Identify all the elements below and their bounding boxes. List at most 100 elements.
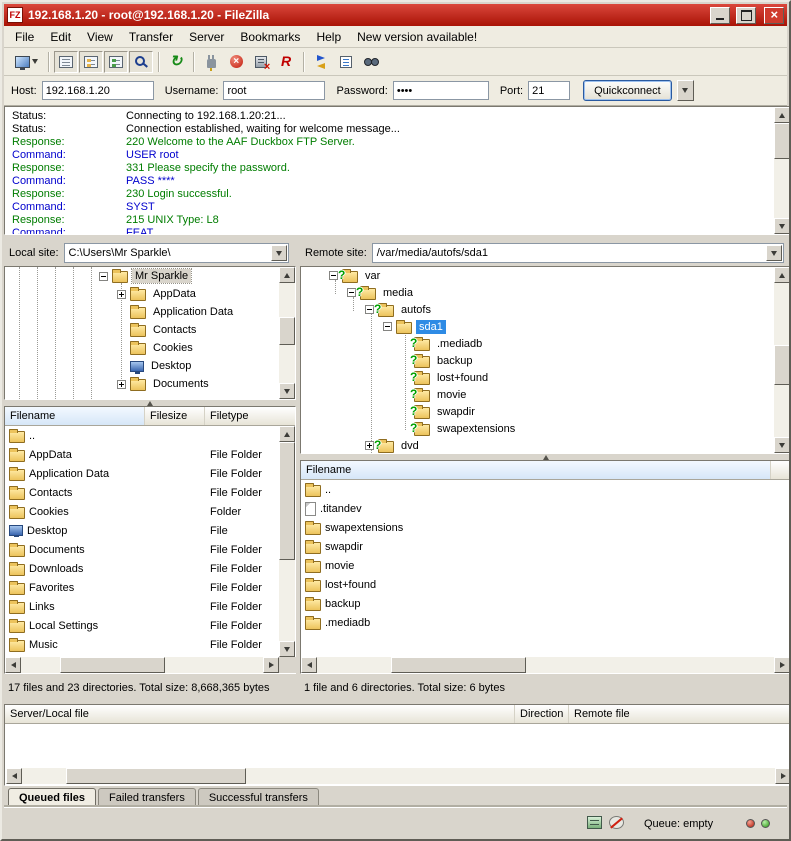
expand-icon[interactable] bbox=[365, 441, 374, 450]
column-header-filetype[interactable]: Filetype bbox=[205, 407, 295, 425]
remote-tree-item[interactable]: sda1 bbox=[301, 318, 790, 335]
menu-new-version[interactable]: New version available! bbox=[349, 27, 485, 47]
remote-tree-item[interactable]: .mediadb bbox=[301, 335, 790, 352]
file-row[interactable]: Contacts File Folder bbox=[5, 483, 295, 502]
scrollbar-thumb[interactable] bbox=[279, 317, 295, 345]
column-header-direction[interactable]: Direction bbox=[515, 705, 569, 723]
collapse-icon[interactable] bbox=[383, 322, 392, 331]
local-treeview-toggle-button[interactable] bbox=[79, 51, 103, 73]
quickconnect-button[interactable]: Quickconnect bbox=[583, 80, 672, 101]
file-row[interactable]: .titandev bbox=[301, 499, 790, 518]
menu-view[interactable]: View bbox=[79, 27, 121, 47]
local-site-combobox[interactable]: C:\Users\Mr Sparkle\ bbox=[64, 243, 289, 263]
remote-tree-item[interactable]: var bbox=[301, 267, 790, 284]
local-tree-vertical-scrollbar[interactable] bbox=[279, 267, 295, 399]
host-input[interactable] bbox=[42, 81, 154, 100]
site-manager-button[interactable] bbox=[9, 51, 43, 73]
local-list-horizontal-scrollbar[interactable] bbox=[5, 657, 279, 673]
title-bar[interactable]: FZ 192.168.1.20 - root@192.168.1.20 - Fi… bbox=[4, 4, 787, 26]
file-row[interactable]: .mediadb bbox=[301, 613, 790, 632]
file-row[interactable]: Favorites File Folder bbox=[5, 578, 295, 597]
file-row[interactable]: Local Settings File Folder bbox=[5, 616, 295, 635]
scroll-down-button[interactable] bbox=[774, 437, 790, 453]
scroll-down-button[interactable] bbox=[774, 218, 790, 234]
disconnect-button[interactable] bbox=[249, 51, 273, 73]
message-log-toggle-button[interactable] bbox=[54, 51, 78, 73]
remote-tree-item[interactable]: swapextensions bbox=[301, 420, 790, 437]
tab-successful-transfers[interactable]: Successful transfers bbox=[198, 788, 319, 808]
remote-tree-item[interactable]: media bbox=[301, 284, 790, 301]
file-row[interactable]: Downloads File Folder bbox=[5, 559, 295, 578]
combo-dropdown-button[interactable] bbox=[766, 245, 782, 261]
column-header-filesize[interactable]: Filesize bbox=[145, 407, 205, 425]
menu-help[interactable]: Help bbox=[308, 27, 349, 47]
local-tree-item[interactable]: Cookies bbox=[5, 339, 295, 357]
scrollbar-thumb[interactable] bbox=[66, 768, 246, 784]
file-row[interactable]: lost+found bbox=[301, 575, 790, 594]
scroll-down-button[interactable] bbox=[279, 383, 295, 399]
remote-treeview-toggle-button[interactable] bbox=[104, 51, 128, 73]
column-header-remote-file[interactable]: Remote file bbox=[569, 705, 790, 723]
menu-edit[interactable]: Edit bbox=[42, 27, 79, 47]
file-row[interactable]: Cookies Folder bbox=[5, 502, 295, 521]
menu-transfer[interactable]: Transfer bbox=[121, 27, 181, 47]
local-list-vertical-scrollbar[interactable] bbox=[279, 426, 295, 657]
minimize-button[interactable] bbox=[710, 7, 730, 24]
scrollbar-thumb[interactable] bbox=[774, 345, 790, 385]
synchronized-browsing-button[interactable] bbox=[334, 51, 358, 73]
find-files-button[interactable] bbox=[359, 51, 383, 73]
expand-icon[interactable] bbox=[117, 290, 126, 299]
scroll-right-button[interactable] bbox=[774, 657, 790, 673]
file-row[interactable]: Application Data File Folder bbox=[5, 464, 295, 483]
local-tree-item[interactable]: Desktop bbox=[5, 357, 295, 375]
tab-queued-files[interactable]: Queued files bbox=[8, 788, 96, 808]
column-header-filename[interactable]: Filename bbox=[301, 461, 771, 479]
scroll-left-button[interactable] bbox=[6, 768, 22, 784]
refresh-button[interactable] bbox=[164, 51, 188, 73]
file-row[interactable]: Music File Folder bbox=[5, 635, 295, 654]
scrollbar-thumb[interactable] bbox=[774, 123, 790, 159]
remote-tree-item[interactable]: movie bbox=[301, 386, 790, 403]
local-tree-item[interactable]: AppData bbox=[5, 285, 295, 303]
reconnect-button[interactable] bbox=[274, 51, 298, 73]
maximize-button[interactable] bbox=[736, 7, 756, 24]
close-button[interactable] bbox=[764, 7, 784, 24]
remote-list-horizontal-scrollbar[interactable] bbox=[301, 657, 790, 673]
scroll-right-button[interactable] bbox=[775, 768, 791, 784]
kill-connection-button[interactable] bbox=[199, 51, 223, 73]
collapse-icon[interactable] bbox=[99, 272, 108, 281]
remote-tree-item[interactable]: backup bbox=[301, 352, 790, 369]
scroll-up-button[interactable] bbox=[774, 267, 790, 283]
transfer-queue-toggle-button[interactable] bbox=[129, 51, 153, 73]
scrollbar-thumb[interactable] bbox=[391, 657, 526, 673]
file-row[interactable]: Documents File Folder bbox=[5, 540, 295, 559]
file-row[interactable]: swapdir bbox=[301, 537, 790, 556]
collapse-icon[interactable] bbox=[365, 305, 374, 314]
remote-tree-vertical-scrollbar[interactable] bbox=[774, 267, 790, 453]
file-row[interactable]: movie bbox=[301, 556, 790, 575]
directory-comparison-button[interactable] bbox=[309, 51, 333, 73]
local-tree-item[interactable]: Documents bbox=[5, 375, 295, 393]
cancel-button[interactable] bbox=[224, 51, 248, 73]
log-vertical-scrollbar[interactable] bbox=[774, 107, 790, 234]
file-row[interactable]: Desktop File bbox=[5, 521, 295, 540]
remote-tree-item[interactable]: lost+found bbox=[301, 369, 790, 386]
local-tree-item[interactable]: Contacts bbox=[5, 321, 295, 339]
collapse-icon[interactable] bbox=[347, 288, 356, 297]
file-row[interactable]: swapextensions bbox=[301, 518, 790, 537]
column-header-server-local-file[interactable]: Server/Local file bbox=[5, 705, 515, 723]
scroll-up-button[interactable] bbox=[774, 107, 790, 123]
port-input[interactable] bbox=[528, 81, 570, 100]
quickconnect-dropdown-button[interactable] bbox=[677, 80, 694, 101]
column-header-filename[interactable]: Filename bbox=[5, 407, 145, 425]
file-row[interactable]: .. bbox=[5, 426, 295, 445]
file-row[interactable]: AppData File Folder bbox=[5, 445, 295, 464]
scroll-left-button[interactable] bbox=[5, 657, 21, 673]
queue-horizontal-scrollbar[interactable] bbox=[6, 768, 791, 784]
username-input[interactable] bbox=[223, 81, 325, 100]
file-row[interactable]: backup bbox=[301, 594, 790, 613]
scrollbar-thumb[interactable] bbox=[279, 442, 295, 560]
collapse-icon[interactable] bbox=[329, 271, 338, 280]
menu-file[interactable]: File bbox=[7, 27, 42, 47]
password-input[interactable] bbox=[393, 81, 489, 100]
